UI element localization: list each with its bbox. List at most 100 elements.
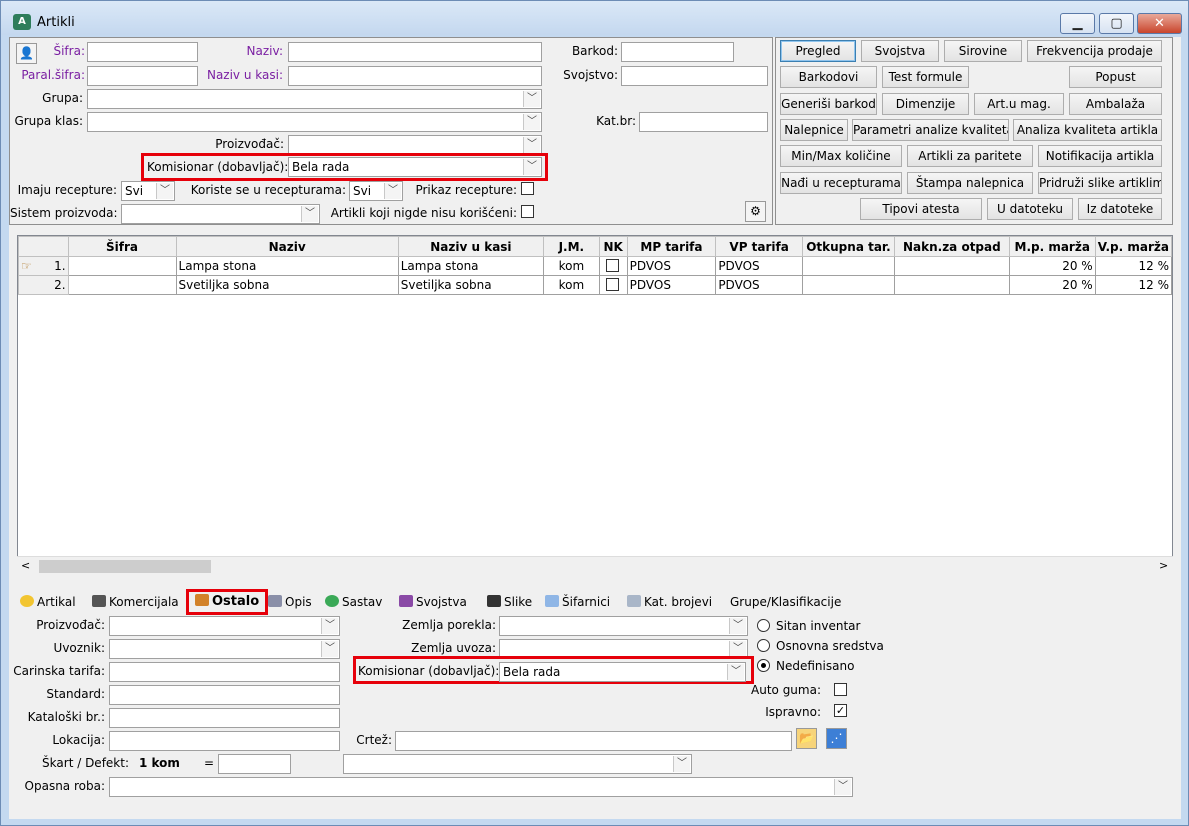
naknada-cell[interactable] [893,256,1010,276]
imaju-recepture-select[interactable]: Svi ﹀ [121,181,175,201]
settings-icon[interactable]: ⚙ [745,201,766,222]
svojstva-button[interactable]: Svojstva [861,40,939,62]
pridruzi-slike-button[interactable]: Pridruži slike artiklima [1038,172,1162,194]
column-header[interactable]: Šifra [67,236,177,257]
mp-marza-cell[interactable]: 20 % [1008,275,1096,295]
generisi-barkod-button[interactable]: Generiši barkod [780,93,877,115]
naziv-kasi-cell[interactable]: Lampa stona [397,256,545,276]
tab-sastav[interactable]: Sastav [318,591,389,613]
tab-artikal[interactable]: Artikal [13,591,83,613]
sifra-cell[interactable] [67,275,177,295]
ispravno-checkbox[interactable]: ✓ [834,704,847,717]
kat-br-input[interactable] [639,112,768,132]
column-header[interactable]: Otkupna tar. [801,236,895,257]
crtez-input[interactable] [395,731,792,751]
prikaz-recepture-checkbox[interactable] [521,182,534,195]
vp-marza-cell[interactable]: 12 % [1094,275,1173,295]
column-header[interactable]: M.p. marža [1008,236,1096,257]
notifikacija-button[interactable]: Notifikacija artikla [1038,145,1162,167]
column-header[interactable]: V.p. marža [1094,236,1173,257]
kataloski-br-input[interactable] [109,708,340,728]
detail-proizvodjac-select[interactable]: ﹀ [109,616,340,636]
otkupna-cell[interactable] [801,256,895,276]
pregled-button[interactable]: Pregled [780,40,856,62]
lokacija-input[interactable] [109,731,340,751]
tab-opis[interactable]: Opis [261,591,319,613]
column-header[interactable]: MP tarifa [626,236,717,257]
vp-tarifa-cell[interactable]: PDVOS [715,256,803,276]
ambalaza-button[interactable]: Ambalaža [1069,93,1162,115]
minimize-button[interactable]: ▁ [1060,13,1095,34]
column-header[interactable]: Naziv [175,236,399,257]
tab-komercijala[interactable]: Komercijala [85,591,186,613]
naziv-cell[interactable]: Lampa stona [175,256,399,276]
analiza-kvaliteta-button[interactable]: Analiza kvaliteta artikla [1013,119,1162,141]
folder-open-icon[interactable]: 📂 [796,728,817,749]
zemlja-porekla-select[interactable]: ﹀ [499,616,748,636]
tab-kat-brojevi[interactable]: Kat. brojevi [620,591,719,613]
scroll-left-icon[interactable]: < [21,559,30,572]
articles-grid[interactable]: Šifra Naziv Naziv u kasi J.M. NK MP tari… [17,235,1173,575]
barkodovi-button[interactable]: Barkodovi [780,66,877,88]
nadji-u-recepturama-button[interactable]: Nađi u recepturama [780,172,902,194]
otkupna-cell[interactable] [801,275,895,295]
mp-marza-cell[interactable]: 20 % [1008,256,1096,276]
column-header[interactable]: J.M. [543,236,600,257]
proizvodjac-select[interactable]: ﹀ [288,135,542,155]
sitan-inventar-radio[interactable] [757,619,770,632]
dimenzije-button[interactable]: Dimenzije [882,93,969,115]
art-u-mag-button[interactable]: Art.u mag. [974,93,1064,115]
osnovna-sredstva-radio[interactable] [757,639,770,652]
stampa-nalepnica-button[interactable]: Štampa nalepnica [907,172,1033,194]
naziv-cell[interactable]: Svetiljka sobna [175,275,399,295]
minmax-button[interactable]: Min/Max količine [780,145,902,167]
jm-cell[interactable]: kom [543,256,600,276]
tab-grupe-klasifikacije[interactable]: Grupe/Klasifikacije [723,591,848,613]
nedefinisano-radio[interactable] [757,659,770,672]
barkod-input[interactable] [621,42,734,62]
naziv-input[interactable] [288,42,542,62]
uvoznik-select[interactable]: ﹀ [109,639,340,659]
tab-svojstva[interactable]: Svojstva [392,591,474,613]
frekvencija-button[interactable]: Frekvencija prodaje [1027,40,1162,62]
column-header[interactable]: VP tarifa [715,236,803,257]
nigde-checkbox[interactable] [521,205,534,218]
maximize-button[interactable]: ▢ [1099,13,1134,34]
skart-unit-select[interactable]: ﹀ [343,754,692,774]
tab-slike[interactable]: Slike [480,591,539,613]
nk-cell[interactable] [598,275,628,295]
skart-equals-input[interactable] [218,754,291,774]
nk-cell[interactable] [598,256,628,276]
naziv-kasi-cell[interactable]: Svetiljka sobna [397,275,545,295]
sifra-cell[interactable] [67,256,177,276]
koriste-select[interactable]: Svi ﹀ [349,181,403,201]
sistem-proizvoda-select[interactable]: ﹀ [121,204,320,224]
svojstvo-input[interactable] [621,66,768,86]
scroll-right-icon[interactable]: > [1159,559,1168,572]
iz-datoteke-button[interactable]: Iz datoteke [1078,198,1162,220]
grid-view-icon[interactable]: ⋰ [826,728,847,749]
tipovi-atesta-button[interactable]: Tipovi atesta [860,198,982,220]
auto-guma-checkbox[interactable] [834,683,847,696]
opasna-roba-select[interactable]: ﹀ [109,777,853,797]
mp-tarifa-cell[interactable]: PDVOS [626,275,717,295]
grupa-klas-select[interactable]: ﹀ [87,112,542,132]
nk-checkbox[interactable] [605,278,619,291]
tab-ostalo[interactable]: Ostalo [186,589,269,615]
u-datoteku-button[interactable]: U datoteku [987,198,1073,220]
test-formule-button[interactable]: Test formule [882,66,969,88]
jm-cell[interactable]: kom [543,275,600,295]
user-icon[interactable]: 👤 [16,43,37,64]
standard-input[interactable] [109,685,340,705]
paritete-button[interactable]: Artikli za paritete [907,145,1033,167]
naknada-cell[interactable] [893,275,1010,295]
nk-checkbox[interactable] [605,259,619,272]
column-header[interactable]: NK [598,236,628,257]
tab-sifarnici[interactable]: Šifarnici [538,591,617,613]
nalepnice-button[interactable]: Nalepnice [780,119,848,141]
naziv-u-kasi-input[interactable] [288,66,542,86]
column-header[interactable]: Naziv u kasi [397,236,545,257]
vp-tarifa-cell[interactable]: PDVOS [715,275,803,295]
column-header[interactable]: Nakn.za otpad [893,236,1010,257]
paral-sifra-input[interactable] [87,66,198,86]
